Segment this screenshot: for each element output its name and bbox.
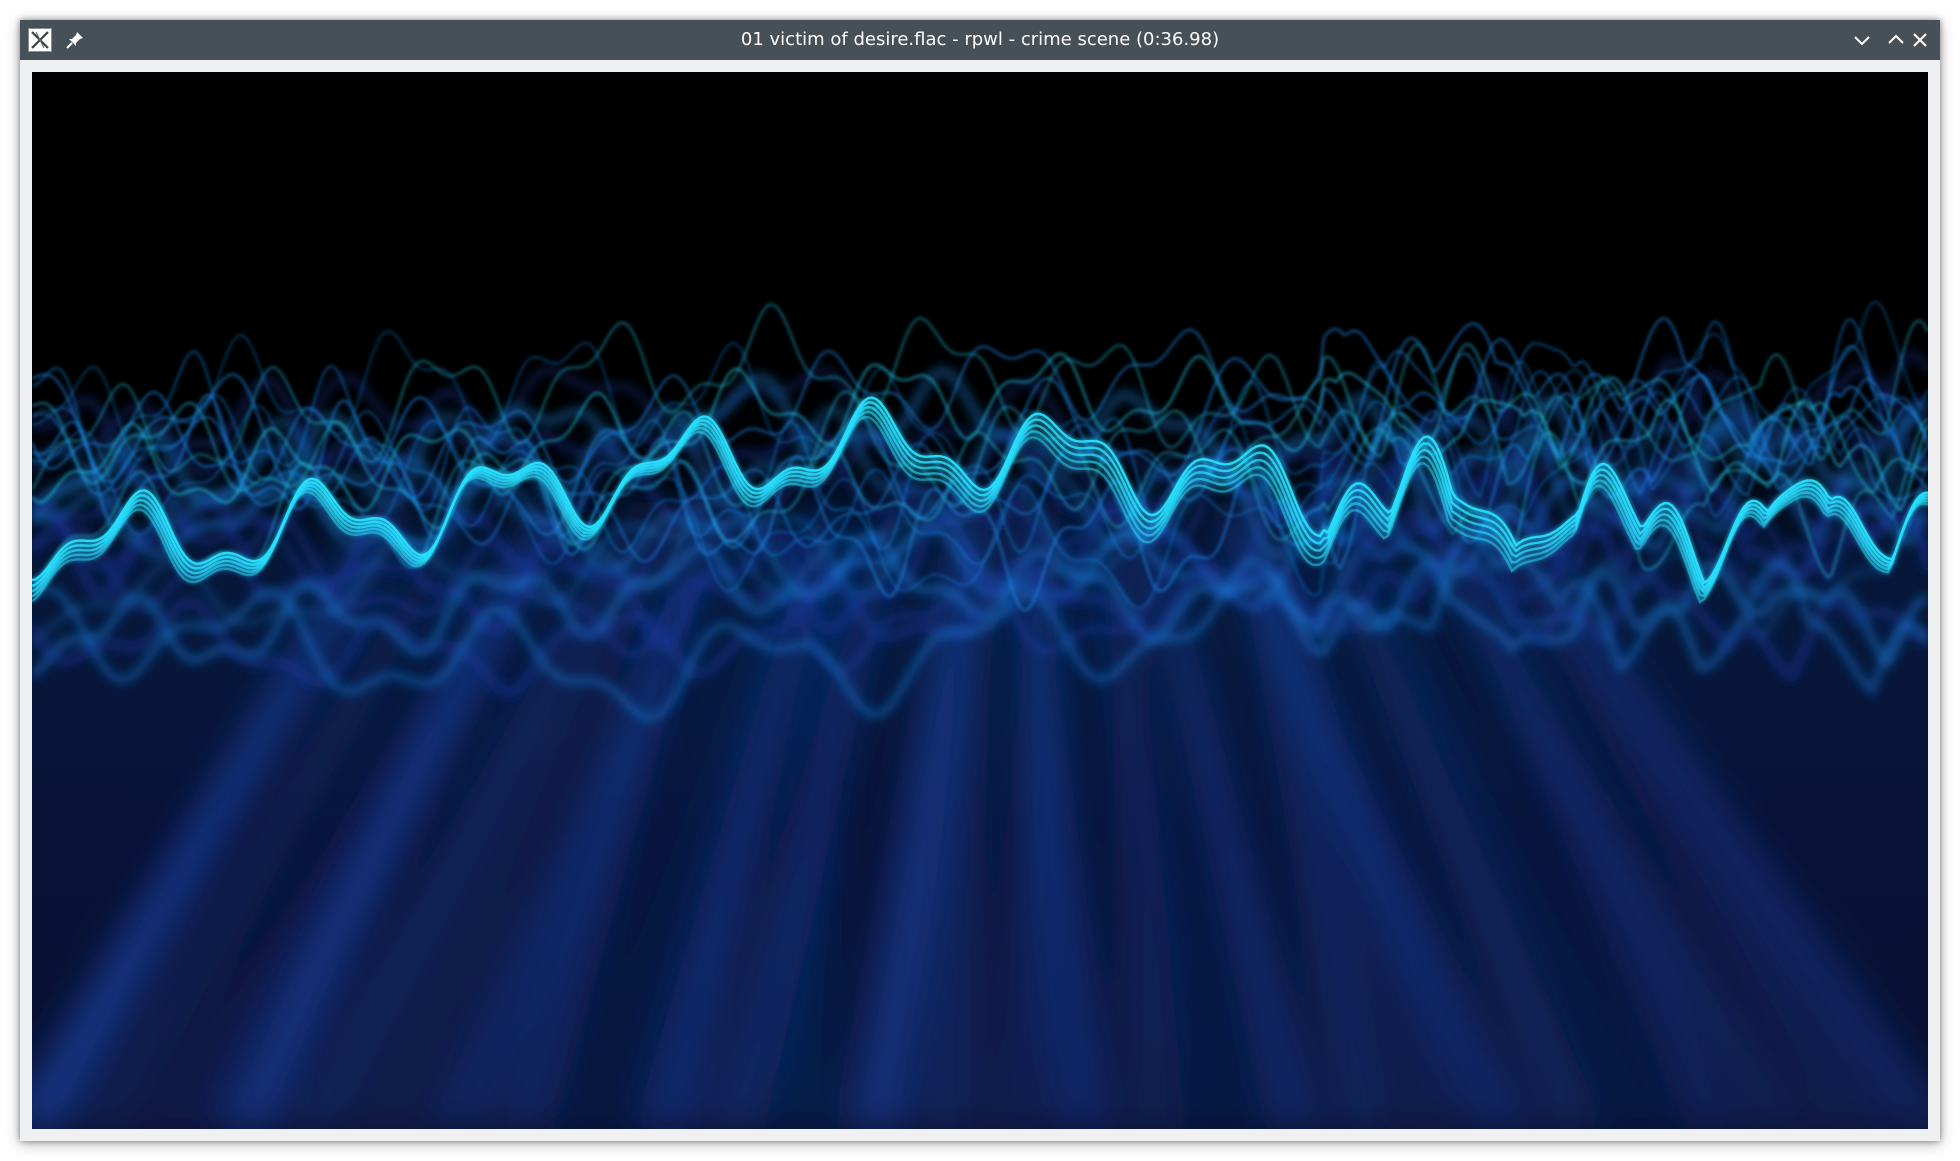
close-icon <box>1913 33 1927 47</box>
window-title: 01 victim of desire.flac - rpwl - crime … <box>740 29 1220 50</box>
minimize-button[interactable] <box>1850 28 1874 52</box>
title-bar[interactable]: 01 victim of desire.flac - rpwl - crime … <box>20 20 1940 60</box>
close-button[interactable] <box>1908 28 1932 52</box>
app-window: 01 victim of desire.flac - rpwl - crime … <box>20 20 1940 1141</box>
visualization-canvas[interactable] <box>32 72 1928 1129</box>
chevron-up-icon <box>1888 34 1904 44</box>
waveform-visualizer <box>32 72 1928 1129</box>
chevron-down-icon <box>1854 36 1870 46</box>
maximize-button[interactable] <box>1884 28 1908 52</box>
